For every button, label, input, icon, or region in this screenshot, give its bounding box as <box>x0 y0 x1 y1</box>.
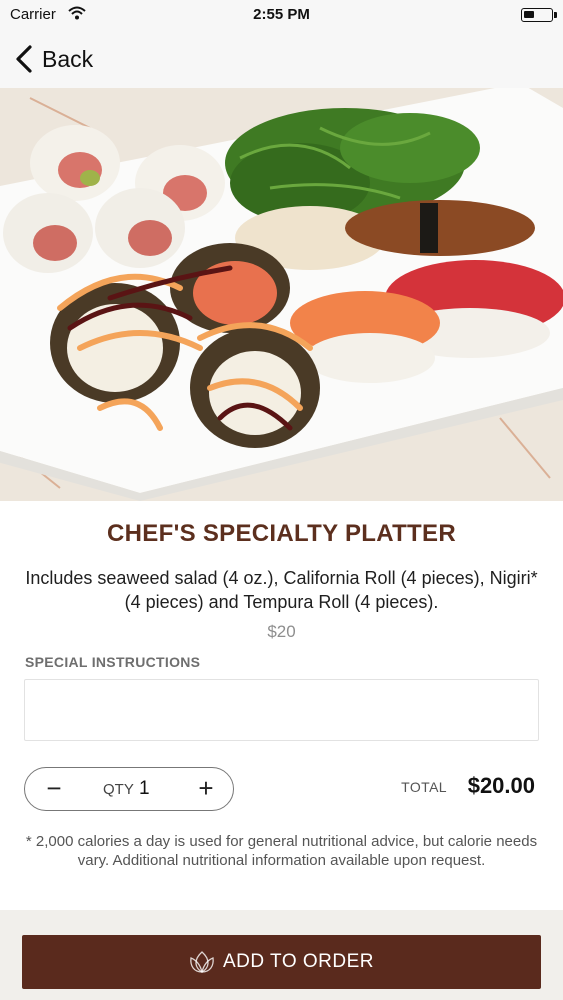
chevron-left-icon <box>16 45 32 73</box>
total-label: TOTAL <box>401 779 447 795</box>
increase-quantity-button[interactable]: + <box>191 774 221 804</box>
special-instructions-label: SPECIAL INSTRUCTIONS <box>25 654 201 670</box>
nav-bar: Back <box>0 30 563 88</box>
quantity-label: QTY <box>103 781 134 798</box>
sushi-platter-photo <box>0 88 563 501</box>
calorie-disclaimer: * 2,000 calories a day is used for gener… <box>25 833 538 869</box>
back-label: Back <box>42 45 94 72</box>
quantity-value: 1 <box>139 778 150 799</box>
status-bar: Carrier 2:55 PM <box>0 0 563 30</box>
decrease-quantity-button[interactable]: − <box>39 774 69 804</box>
quantity-stepper: − QTY 1 + <box>24 767 234 811</box>
item-title: CHEF'S SPECIALTY PLATTER <box>107 520 456 547</box>
battery-icon <box>521 8 557 22</box>
clock: 2:55 PM <box>253 6 310 23</box>
special-instructions-input[interactable] <box>24 679 539 741</box>
leaf-icon <box>190 951 214 973</box>
item-price: $20 <box>267 622 296 641</box>
add-to-order-label: ADD TO ORDER <box>223 951 374 972</box>
footer: ADD TO ORDER <box>0 910 563 1000</box>
total-value: $20.00 <box>467 773 535 798</box>
item-description: Includes seaweed salad (4 oz.), Californ… <box>25 568 538 612</box>
add-to-order-button[interactable]: ADD TO ORDER <box>22 935 541 989</box>
back-button[interactable]: Back <box>14 40 93 78</box>
